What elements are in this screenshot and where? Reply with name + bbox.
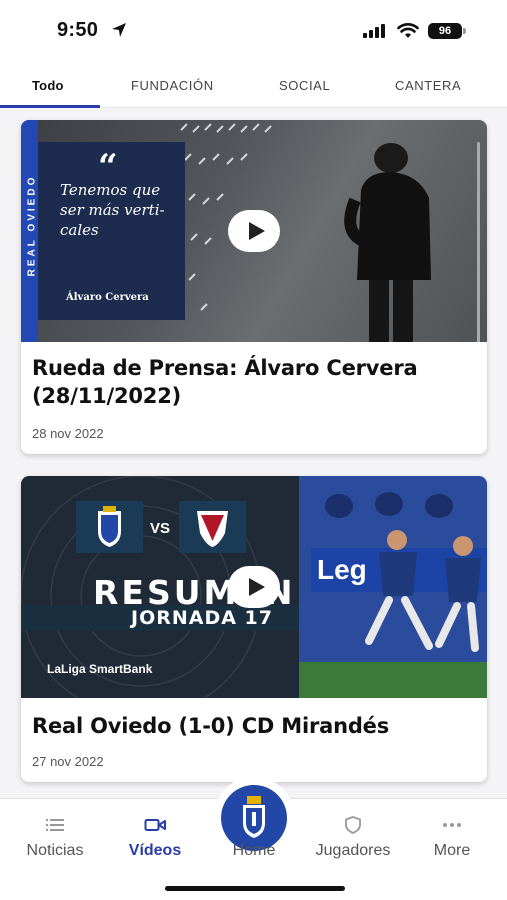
nav-label-jugadores: Jugadores [315, 842, 391, 859]
matchday-label: JORNADA 17 [131, 607, 273, 629]
nav-label-more: More [433, 842, 471, 859]
real-oviedo-crest-icon [98, 506, 121, 547]
nav-noticias[interactable]: Noticias [10, 799, 100, 869]
play-button[interactable] [228, 210, 280, 252]
versus-label: VS [150, 520, 171, 537]
scroll-indicator [477, 142, 480, 342]
bottom-navigation: Noticias Vídeos Home Jugadores More [0, 777, 507, 900]
home-team-crest-box [76, 501, 143, 553]
battery-tip [463, 28, 466, 34]
thumbnail-quote-author: Álvaro Cervera [66, 292, 149, 303]
tab-todo[interactable]: Todo [32, 78, 64, 93]
more-dots-icon [443, 823, 461, 827]
quote-mark: “ [98, 147, 118, 187]
tab-cantera[interactable]: CANTERA [395, 78, 461, 93]
video-thumbnail[interactable]: VS RESUMEN JORNADA 17 LaLiga SmartBank L… [21, 476, 487, 698]
video-camera-icon [144, 819, 166, 831]
coach-photo [344, 143, 431, 342]
nav-home[interactable]: Home [209, 799, 299, 869]
status-time: 9:50 [57, 19, 99, 41]
video-card[interactable]: VS RESUMEN JORNADA 17 LaLiga SmartBank L… [21, 476, 487, 782]
cellular-signal-icon [363, 24, 385, 38]
video-card[interactable]: REAL OVIEDO “ Tenemos que ser más verti-… [21, 120, 487, 454]
video-date: 27 nov 2022 [32, 754, 104, 769]
away-team-crest-box [179, 501, 246, 553]
wifi-icon [397, 23, 419, 38]
video-title[interactable]: Rueda de Prensa: Álvaro Cervera (28/11/2… [32, 354, 472, 410]
battery-level: 96 [438, 25, 452, 37]
video-title[interactable]: Real Oviedo (1-0) CD Mirandés [32, 712, 472, 740]
nav-label-noticias: Noticias [26, 842, 84, 859]
nav-label-videos: Vídeos [128, 842, 182, 859]
nav-videos[interactable]: Vídeos [110, 799, 200, 869]
thumbnail-quote: Tenemos que ser más verti- cales [60, 181, 165, 239]
status-bar: 9:50 96 [0, 0, 507, 60]
nav-label-home: Home [232, 842, 276, 859]
list-icon [46, 819, 64, 831]
players-celebrating [325, 492, 481, 652]
battery-icon: 96 [428, 23, 462, 39]
location-arrow-icon [112, 23, 126, 37]
tab-social[interactable]: SOCIAL [279, 78, 330, 93]
video-thumbnail[interactable]: REAL OVIEDO “ Tenemos que ser más verti-… [21, 120, 487, 342]
play-button[interactable] [228, 566, 280, 608]
thumbnail-side-text: REAL OVIEDO [26, 174, 38, 277]
home-indicator[interactable] [165, 886, 345, 891]
nav-jugadores[interactable]: Jugadores [308, 799, 398, 869]
shield-icon [345, 816, 361, 834]
video-feed[interactable]: REAL OVIEDO “ Tenemos que ser más verti-… [0, 108, 507, 798]
nav-more[interactable]: More [407, 799, 497, 869]
category-tabs: Todo FUNDACIÓN SOCIAL CANTERA [0, 68, 507, 108]
tab-fundacion[interactable]: FUNDACIÓN [131, 78, 214, 93]
league-sponsor-logo: LaLiga SmartBank [47, 662, 153, 676]
cd-mirandes-crest-icon [197, 511, 228, 547]
video-date: 28 nov 2022 [32, 426, 104, 441]
